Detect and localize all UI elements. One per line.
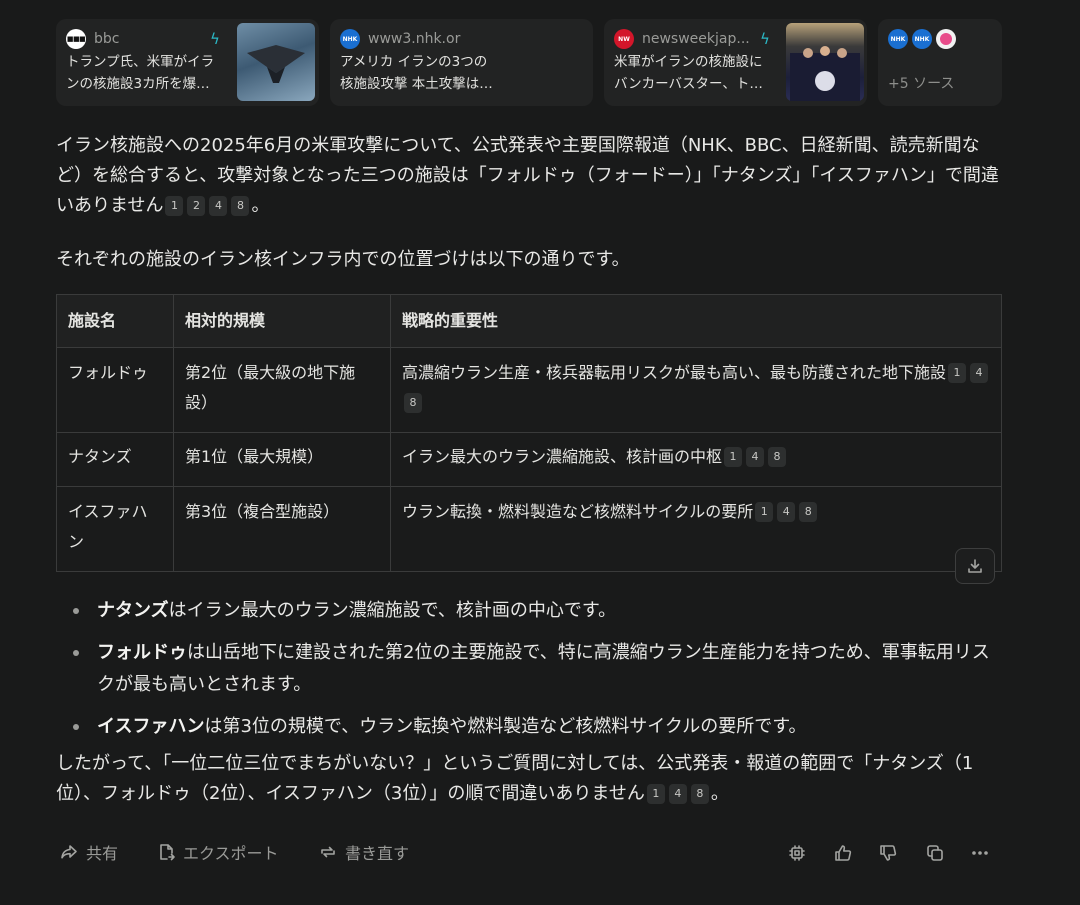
share-icon (59, 842, 79, 862)
source-card-bbc[interactable]: ■■■ bbc ϟ トランプ氏、米軍がイラ ンの核施設3カ所を爆… (56, 19, 319, 106)
nhk-favicon-icon: NHK (912, 29, 932, 49)
citation[interactable]: 8 (690, 784, 709, 804)
source-site: bbc (94, 31, 120, 47)
citation[interactable]: 1 (755, 502, 774, 522)
lead-paragraph: それぞれの施設のイラン核インフラ内での位置づけは以下の通りです。 (56, 249, 630, 270)
sources-row: ■■■ bbc ϟ トランプ氏、米軍がイラ ンの核施設3カ所を爆… NHK ww… (56, 19, 1002, 106)
citation[interactable]: 1 (646, 784, 665, 804)
facility-name: フォルドゥ (56, 347, 174, 433)
export-button[interactable]: エクスポート (156, 840, 279, 864)
facility-importance: イラン最大のウラン濃縮施設、核計画の中枢 1 4 8 (390, 432, 1002, 487)
download-icon (965, 556, 985, 576)
citation[interactable]: 8 (231, 196, 250, 216)
facility-importance: 高濃縮ウラン生産・核兵器転用リスクが最も高い、最も防護された地下施設 1 48 (390, 347, 1002, 433)
export-file-icon (156, 842, 176, 862)
site-favicon-icon (936, 29, 956, 49)
facility-scale: 第3位（複合型施設） (173, 486, 391, 572)
table-row: イスファハン 第3位（複合型施設） ウラン転換・燃料製造など核燃料サイクルの要所… (56, 486, 1002, 572)
facility-table: 施設名 相対的規模 戦略的重要性 フォルドゥ 第2位（最大級の地下施設） 高濃縮… (56, 294, 1002, 572)
answer-action-bar: 共有 エクスポート 書き直す (56, 840, 1002, 868)
nhk-favicon-icon: NHK (340, 29, 360, 49)
source-thumbnail (237, 23, 315, 101)
source-title: 米軍がイランの核施設に バンカーバスター、ト… (614, 54, 763, 92)
table-row: ナタンズ 第1位（最大規模） イラン最大のウラン濃縮施設、核計画の中枢 1 4 8 (56, 432, 1002, 487)
thumbs-down-icon[interactable] (878, 843, 898, 863)
list-item: フォルドゥは山岳地下に建設された第2位の主要施設で、特に高濃縮ウラン生産能力を持… (56, 637, 1006, 701)
table-header: 相対的規模 (173, 294, 391, 348)
facility-name: イスファハン (56, 486, 174, 572)
rewrite-button[interactable]: 書き直す (318, 840, 409, 864)
source-title: アメリカ イランの3つの 核施設攻撃 本土攻撃は… (340, 54, 493, 92)
bolt-icon: ϟ (760, 30, 770, 48)
bbc-favicon-icon: ■■■ (66, 29, 86, 49)
citation[interactable]: 2 (187, 196, 206, 216)
facility-name: ナタンズ (56, 432, 174, 487)
source-card-nhk[interactable]: NHK www3.nhk.or アメリカ イランの3つの 核施設攻撃 本土攻撃は… (330, 19, 593, 106)
table-row: フォルドゥ 第2位（最大級の地下施設） 高濃縮ウラン生産・核兵器転用リスクが最も… (56, 347, 1002, 433)
facility-scale: 第1位（最大規模） (173, 432, 391, 487)
citation[interactable]: 4 (209, 196, 228, 216)
facility-importance: ウラン転換・燃料製造など核燃料サイクルの要所 1 4 8 (390, 486, 1002, 572)
facility-scale: 第2位（最大級の地下施設） (173, 347, 391, 433)
table-header: 施設名 (56, 294, 174, 348)
nhk-favicon-icon: NHK (888, 29, 908, 49)
source-site: newsweekjap... (642, 31, 750, 47)
bolt-icon: ϟ (210, 30, 220, 48)
table-header: 戦略的重要性 (390, 294, 1002, 348)
facility-bullets: ナタンズはイラン最大のウラン濃縮施設で、核計画の中心です。 フォルドゥは山岳地下… (56, 595, 1006, 753)
citation[interactable]: 4 (668, 784, 687, 804)
citation[interactable]: 8 (404, 393, 422, 413)
citation[interactable]: 8 (799, 502, 818, 522)
citation[interactable]: 4 (777, 502, 796, 522)
sources-chip-icon[interactable] (787, 843, 807, 863)
source-thumbnail (786, 23, 864, 101)
thumbs-up-icon[interactable] (833, 843, 853, 863)
citation[interactable]: 1 (165, 196, 184, 216)
share-button[interactable]: 共有 (59, 840, 118, 864)
citation[interactable]: 4 (746, 447, 765, 467)
citation[interactable]: 1 (948, 363, 967, 383)
more-options-icon[interactable] (970, 843, 990, 863)
conclusion-paragraph: したがって、「一位二位三位でまちがいない？」というご質問に対しては、公式発表・報… (56, 753, 974, 804)
newsweek-favicon-icon: NW (614, 29, 634, 49)
citation[interactable]: 4 (970, 363, 989, 383)
more-sources-card[interactable]: NHK NHK +5 ソース (878, 19, 1002, 106)
list-item: ナタンズはイラン最大のウラン濃縮施設で、核計画の中心です。 (56, 595, 1006, 627)
source-card-newsweek[interactable]: NW newsweekjap... ϟ 米軍がイランの核施設に バンカーバスター… (604, 19, 867, 106)
citation[interactable]: 1 (724, 447, 743, 467)
source-title: トランプ氏、米軍がイラ ンの核施設3カ所を爆… (66, 54, 215, 92)
more-sources-label: +5 ソース (888, 76, 955, 92)
download-table-button[interactable] (955, 548, 995, 584)
source-site: www3.nhk.or (368, 31, 461, 47)
intro-paragraph: イラン核施設への2025年6月の米軍攻撃について、公式発表や主要国際報道（NHK… (56, 135, 999, 216)
rewrite-icon (318, 842, 338, 862)
list-item: イスファハンは第3位の規模で、ウラン転換や燃料製造など核燃料サイクルの要所です。 (56, 711, 1006, 743)
citation[interactable]: 8 (768, 447, 787, 467)
copy-icon[interactable] (925, 843, 945, 863)
